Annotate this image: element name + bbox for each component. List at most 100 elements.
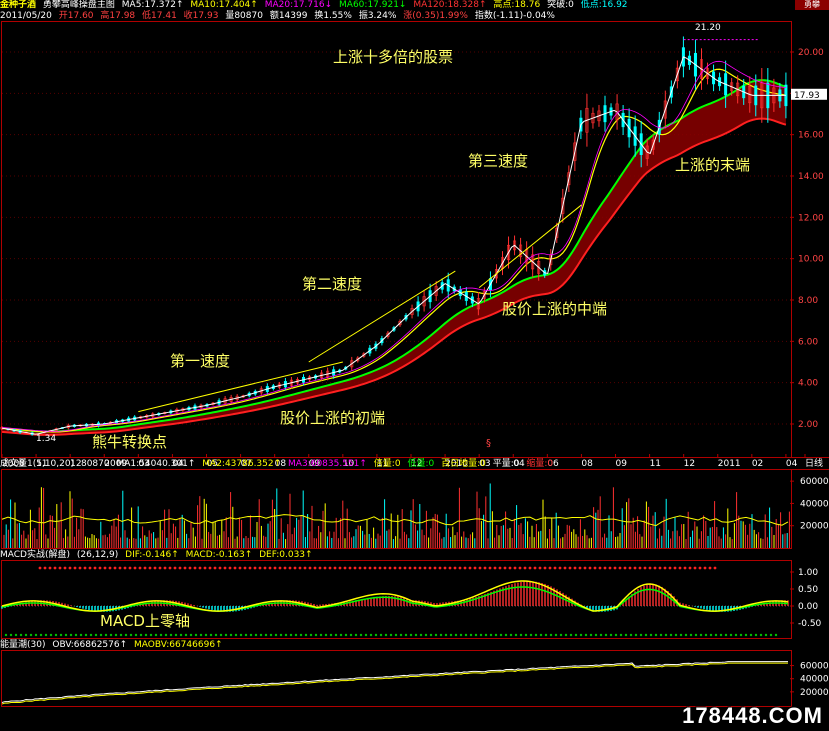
signal-dot xyxy=(384,633,388,637)
indicator-name[interactable]: 勇攀高峰操盘主图 xyxy=(43,0,115,10)
macd-title[interactable]: MACD实战(解盘) xyxy=(0,550,70,560)
signal-dot xyxy=(29,633,33,637)
obv-tick-label: 600000 xyxy=(800,662,829,672)
date-tick-label: 02 xyxy=(752,459,763,469)
signal-dot xyxy=(639,633,643,637)
obv-line xyxy=(1,661,788,703)
ma5-value: MA5:17.372↑ xyxy=(121,0,184,10)
signal-dot xyxy=(554,633,558,637)
annotation-speed3: 第三速度 xyxy=(468,152,528,170)
price-tick-label: 14.00 xyxy=(798,172,824,182)
signal-dot xyxy=(39,633,43,637)
signal-dot xyxy=(508,566,512,570)
signal-dot xyxy=(458,566,462,570)
signal-dot xyxy=(73,566,77,570)
signal-dot xyxy=(568,566,572,570)
signal-dot xyxy=(138,566,142,570)
signal-dot xyxy=(59,633,63,637)
signal-dot xyxy=(659,633,663,637)
signal-dot xyxy=(209,633,213,637)
stock-name[interactable]: 金种子酒 xyxy=(0,0,36,10)
corner-tag[interactable]: 勇攀 xyxy=(795,0,829,10)
signal-dot xyxy=(299,633,303,637)
signal-dot xyxy=(308,566,312,570)
signal-dot xyxy=(289,633,293,637)
signal-dot xyxy=(229,633,233,637)
price-header-row2: 2011/05/20 开17.60 高17.98 低17.41 收17.93 量… xyxy=(0,11,559,22)
signal-dot xyxy=(679,633,683,637)
signal-dot xyxy=(504,633,508,637)
signal-dot xyxy=(649,633,653,637)
volume-bars xyxy=(1,483,790,548)
signal-dot xyxy=(379,633,383,637)
signal-dot xyxy=(669,633,673,637)
signal-dot xyxy=(433,566,437,570)
signal-dot xyxy=(353,566,357,570)
ma60-value: MA60:17.921↓ xyxy=(339,0,407,10)
signal-dot xyxy=(88,566,92,570)
signal-dot xyxy=(558,566,562,570)
signal-dot xyxy=(418,566,422,570)
volume-tick-label: 600000 xyxy=(800,477,829,487)
signal-dot xyxy=(478,566,482,570)
signal-dot xyxy=(489,633,493,637)
obv-title[interactable]: 能量潮(30) xyxy=(0,640,45,650)
signal-dot xyxy=(174,633,178,637)
signal-dot xyxy=(218,566,222,570)
signal-dot xyxy=(373,566,377,570)
volume-tick-label: 400000 xyxy=(800,499,829,509)
volume-title[interactable]: 成交量1(5,10,20) xyxy=(0,459,74,469)
signal-dot xyxy=(179,633,183,637)
signal-dot xyxy=(188,566,192,570)
signal-dot xyxy=(124,633,128,637)
signal-dot xyxy=(268,566,272,570)
signal-dot xyxy=(323,566,327,570)
signal-dot xyxy=(199,633,203,637)
macd-tick-label: 0.00 xyxy=(798,602,818,612)
signal-dot xyxy=(759,633,763,637)
signal-dot xyxy=(108,566,112,570)
signal-dot xyxy=(684,633,688,637)
signal-dot xyxy=(53,566,57,570)
signal-dot xyxy=(164,633,168,637)
signal-dot xyxy=(294,633,298,637)
signal-dot xyxy=(479,633,483,637)
signal-dot xyxy=(343,566,347,570)
signal-dot xyxy=(114,633,118,637)
signal-dot xyxy=(749,633,753,637)
bar-low: 低17.41 xyxy=(142,11,177,21)
macd-axis: 1.00 0.50 0.00 -0.50 xyxy=(790,568,822,629)
price-axis: 20.0018.0016.0014.0012.0010.008.006.004.… xyxy=(790,48,827,430)
signal-dot xyxy=(609,633,613,637)
price-tick-label: 16.00 xyxy=(798,131,824,141)
signal-dot xyxy=(334,633,338,637)
bar-volume: 量80870 xyxy=(225,11,263,21)
signal-dot xyxy=(184,633,188,637)
signal-dot xyxy=(279,633,283,637)
signal-dot xyxy=(754,633,758,637)
signal-dot xyxy=(228,566,232,570)
signal-dot xyxy=(448,566,452,570)
signal-dot xyxy=(49,633,53,637)
signal-dot xyxy=(158,566,162,570)
signal-dot xyxy=(603,566,607,570)
signal-dot xyxy=(244,633,248,637)
signal-dot xyxy=(619,633,623,637)
obv-series xyxy=(1,661,788,705)
signal-dot xyxy=(283,566,287,570)
signal-dot xyxy=(149,633,153,637)
macd-tick-label: 1.00 xyxy=(798,568,818,578)
signal-dot xyxy=(428,566,432,570)
signal-dot xyxy=(514,633,518,637)
signal-dot xyxy=(168,566,172,570)
signal-dot xyxy=(333,566,337,570)
signal-dot xyxy=(734,633,738,637)
signal-dot xyxy=(234,633,238,637)
ma20-line xyxy=(1,68,786,433)
volume-ma-line xyxy=(1,514,789,527)
signal-dot xyxy=(774,633,778,637)
signal-dot xyxy=(89,633,93,637)
signal-dot xyxy=(459,633,463,637)
signal-dot xyxy=(388,566,392,570)
signal-dot xyxy=(538,566,542,570)
